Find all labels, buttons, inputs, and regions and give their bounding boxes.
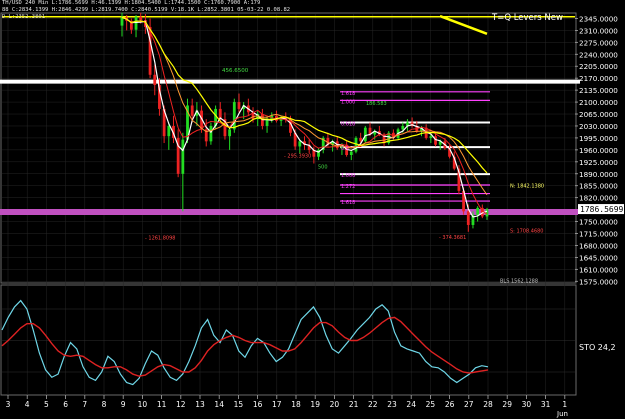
candle-body: [349, 151, 353, 155]
candle-body: [190, 105, 194, 116]
x-tick-label: 14: [214, 400, 224, 409]
x-tick-label: 19: [310, 400, 320, 409]
y-tick-label: 1890.0000: [579, 170, 618, 179]
x-tick-label: 3: [6, 400, 11, 409]
y-tick-label: 2205.0000: [579, 62, 618, 71]
y-tick-label: 2065.0000: [579, 110, 618, 119]
y-tick-label: 2275.0000: [579, 38, 618, 47]
candle-body: [167, 125, 171, 137]
annotation-label: T=Q Levers New: [491, 13, 563, 23]
annotation-label: - 295.3930: [284, 153, 311, 159]
x-tick-label: 21: [349, 400, 359, 409]
x-tick-label: 28: [483, 400, 493, 409]
x-tick-label: 26: [445, 400, 455, 409]
price-tag-label: 1786.5699: [580, 205, 624, 214]
annotation-label: 1.000: [341, 99, 355, 105]
candle-body: [120, 17, 124, 26]
candle-body: [181, 139, 185, 174]
annotation-label: 0.618: [341, 122, 355, 128]
candle-body: [237, 102, 241, 109]
y-tick-label: 1820.0000: [579, 194, 618, 203]
candle-body: [228, 129, 232, 137]
candle-body: [434, 136, 437, 145]
x-tick-label: 29: [502, 400, 512, 409]
annotation-label: - 1261.8098: [145, 235, 175, 241]
x-tick-label: 15: [234, 400, 244, 409]
header-line-3: D L:2352.3801: [2, 14, 46, 20]
candle-body: [466, 211, 470, 225]
annotation-label: 500: [318, 165, 328, 171]
x-tick-label: 8: [102, 400, 107, 409]
candle-body: [485, 209, 489, 217]
x-tick-label: 17: [272, 400, 282, 409]
y-tick-label: 1960.0000: [579, 146, 618, 155]
oscillator-label: STO 24,2: [579, 343, 616, 352]
annotation-label: - 374.3681: [439, 235, 466, 241]
candle-body: [401, 125, 405, 130]
x-tick-label: 30: [522, 400, 532, 409]
y-tick-label: 1750.0000: [579, 218, 618, 227]
candle-body: [232, 102, 236, 130]
x-tick-label: 16: [253, 400, 263, 409]
x-tick-label: 12: [176, 400, 186, 409]
y-tick-label: 1575.0000: [579, 277, 618, 286]
y-tick-label: 1680.0000: [579, 241, 618, 250]
y-tick-label: 2135.0000: [579, 86, 618, 95]
y-tick-label: 2310.0000: [579, 26, 618, 35]
x-tick-label: 6: [63, 400, 68, 409]
annotation-label: N: 1842.1380: [510, 183, 544, 189]
x-tick-label: 25: [426, 400, 436, 409]
candle-body: [363, 127, 367, 142]
candle-body: [153, 74, 157, 86]
header-line-2: 88 C:2834.1399 H:2846.4299 L:2819.7400 C…: [2, 7, 291, 13]
annotation-label: 1.000: [341, 173, 355, 179]
annotation-label: 456.6500: [222, 68, 249, 74]
candle-body: [298, 141, 302, 147]
annotation-label: 1.618: [341, 200, 355, 206]
x-tick-label: 23: [387, 400, 397, 409]
price-axis: 2345.0000 2310.0000 2275.0000 2240.0000 2205…: [575, 14, 624, 286]
candle-body: [134, 16, 138, 30]
chart-frame: 2345.0000 2310.0000 2275.0000 2240.0000 2205…: [0, 0, 625, 419]
candle-body: [476, 207, 480, 215]
y-tick-label: 2345.0000: [579, 14, 618, 23]
annotation-label: 1.618: [341, 91, 355, 97]
x-tick-label: 4: [25, 400, 30, 409]
x-tick-label: 5: [44, 400, 49, 409]
x-tick-label: 10: [138, 400, 148, 409]
x-tick-label: 7: [82, 400, 87, 409]
y-tick-label: 1925.0000: [579, 158, 618, 167]
x-tick-label: 13: [195, 400, 205, 409]
x-tick-label: 11: [157, 400, 167, 409]
x-tick-label: 9: [121, 400, 126, 409]
x-tick-label: 1: [562, 400, 567, 409]
x-tick-label: 18: [291, 400, 301, 409]
y-tick-label: 1995.0000: [579, 134, 618, 143]
y-tick-label: 2030.0000: [579, 122, 618, 131]
x-tick-label: 20: [330, 400, 340, 409]
x-tick-label: 22: [368, 400, 378, 409]
y-tick-label: 2240.0000: [579, 50, 618, 59]
oscillator-plot-area[interactable]: [0, 284, 577, 396]
header-line-1: TH/USD 240 Min L:1786.5699 H:46.1399 H:1…: [2, 0, 261, 6]
candle-body: [209, 125, 213, 142]
annotation-label: 0.5: [341, 146, 349, 152]
candle-body: [429, 136, 433, 138]
x-tick-label: 24: [406, 400, 416, 409]
y-tick-label: 1715.0000: [579, 230, 618, 239]
annotation-label: S: 1708.4680: [510, 228, 544, 234]
annotation-label: 186.583: [366, 101, 387, 107]
x-tick-label: 31: [541, 400, 551, 409]
y-tick-label: 1610.0000: [579, 265, 618, 274]
annotation-label: BLS 1562.1288: [500, 278, 538, 284]
y-tick-label: 1855.0000: [579, 182, 618, 191]
annotation-label: 1.272: [341, 184, 355, 190]
y-tick-label: 1645.0000: [579, 253, 618, 262]
y-tick-label: 2170.0000: [579, 74, 618, 83]
x-tick-label: 27: [464, 400, 474, 409]
y-tick-label: 2100.0000: [579, 98, 618, 107]
candle-body: [139, 16, 143, 21]
month-label-jun: Jun: [556, 410, 568, 418]
